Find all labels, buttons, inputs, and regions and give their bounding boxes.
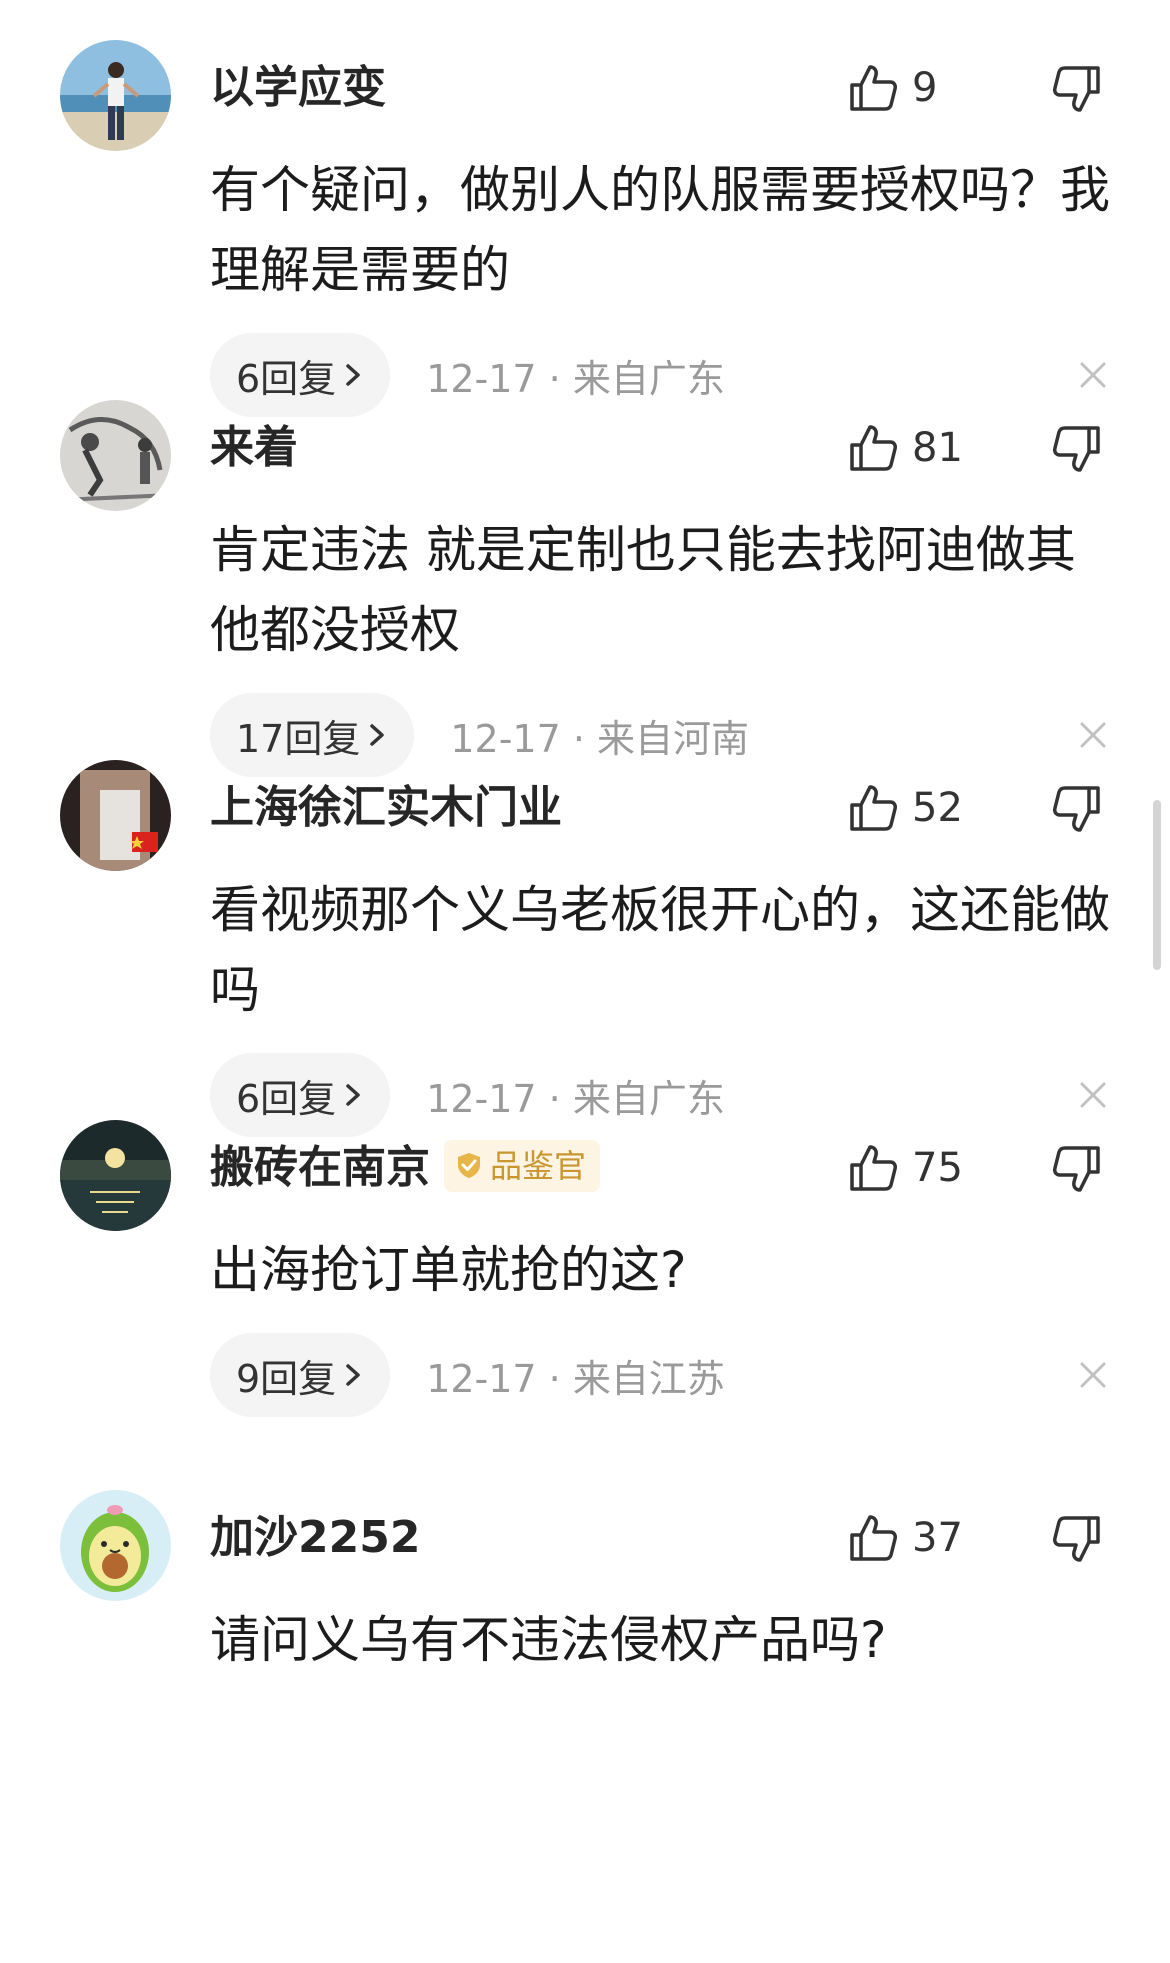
moon-lake-avatar-icon: [60, 1120, 171, 1231]
chevron-right-icon: [346, 1084, 360, 1106]
replies-label: 6回复: [236, 356, 337, 401]
close-icon[interactable]: [1076, 1358, 1110, 1392]
comment-text: 肯定违法 就是定制也只能去找阿迪做其他都没授权: [210, 521, 1076, 659]
thumbs-down-icon: [1053, 1146, 1100, 1192]
username[interactable]: 以学应变: [210, 58, 386, 118]
thumbs-down-icon: [1053, 786, 1100, 832]
replies-button[interactable]: 6回复: [210, 333, 391, 417]
dislike-button[interactable]: [1050, 422, 1104, 476]
shield-check-icon: [458, 1153, 480, 1178]
avatar[interactable]: [60, 760, 171, 871]
close-icon[interactable]: [1076, 718, 1110, 752]
avatar[interactable]: [60, 40, 171, 151]
comment-text: 请问义乌有不违法侵权产品吗?: [210, 1611, 887, 1669]
comment-text: 有个疑问，做别人的队服需要授权吗？我理解是需要的: [210, 161, 1110, 299]
comment-text: 看视频那个义乌老板很开心的，这还能做吗: [210, 881, 1110, 1019]
thumbs-up-icon: [850, 65, 897, 111]
comment-meta: 6回复 12-17 · 来自广东: [210, 332, 1110, 418]
dislike-button[interactable]: [1050, 1512, 1104, 1566]
sketch-avatar-icon: [60, 400, 171, 511]
replies-button[interactable]: 6回复: [210, 1053, 391, 1137]
dislike-button[interactable]: [1050, 782, 1104, 836]
like-count: 37: [912, 1515, 963, 1561]
comment-meta: 17回复 12-17 · 来自河南: [210, 692, 1110, 778]
thumbs-up-icon: [850, 1515, 897, 1561]
dislike-button[interactable]: [1050, 1142, 1104, 1196]
like-count: 9: [912, 65, 938, 111]
like-button[interactable]: 52: [846, 778, 963, 838]
close-icon[interactable]: [1076, 358, 1110, 392]
comment-meta: 9回复 12-17 · 来自江苏: [210, 1332, 1110, 1418]
chevron-right-icon: [370, 724, 385, 746]
avocado-avatar-icon: [60, 1490, 171, 1601]
thumbs-down-icon: [1053, 66, 1100, 112]
replies-button[interactable]: 17回复: [210, 693, 415, 777]
username-text: 加沙2252: [210, 1512, 421, 1563]
thumbs-down-icon: [1053, 1516, 1100, 1562]
username[interactable]: 搬砖在南京 品鉴官: [210, 1138, 601, 1198]
like-button[interactable]: 37: [846, 1508, 963, 1568]
chevron-right-icon: [346, 1364, 360, 1386]
like-button[interactable]: 81: [846, 418, 963, 478]
username-text: 以学应变: [210, 62, 386, 113]
like-button[interactable]: 75: [846, 1138, 963, 1198]
thumbs-down-icon: [1053, 426, 1100, 472]
thumbs-up-icon: [850, 1145, 897, 1191]
thumbs-up-icon: [850, 785, 897, 831]
replies-button[interactable]: 9回复: [210, 1333, 391, 1417]
username-text: 搬砖在南京: [210, 1142, 430, 1193]
replies-label: 9回复: [236, 1356, 337, 1401]
like-count: 75: [912, 1145, 963, 1191]
dislike-button[interactable]: [1050, 62, 1104, 116]
replies-label: 6回复: [236, 1076, 337, 1121]
scrollbar[interactable]: [1153, 800, 1161, 970]
avatar[interactable]: [60, 1490, 171, 1601]
beach-man-avatar-icon: [60, 40, 171, 151]
taster-badge: 品鉴官: [444, 1140, 601, 1192]
person-flag-avatar-icon: [60, 760, 171, 871]
comment-time-location: 12-17 · 来自河南: [450, 716, 750, 761]
comment-time-location: 12-17 · 来自江苏: [426, 1356, 725, 1401]
comment-time-location: 12-17 · 来自广东: [426, 1076, 725, 1121]
thumbs-up-icon: [850, 425, 897, 471]
avatar[interactable]: [60, 400, 171, 511]
chevron-right-icon: [346, 364, 360, 386]
comment-text: 出海抢订单就抢的这?: [210, 1241, 687, 1299]
comment-time-location: 12-17 · 来自广东: [426, 356, 725, 401]
comment-meta: 6回复 12-17 · 来自广东: [210, 1052, 1110, 1138]
like-button[interactable]: 9: [846, 58, 937, 118]
like-count: 81: [912, 425, 963, 471]
username[interactable]: 来着: [210, 418, 298, 478]
close-icon[interactable]: [1076, 1078, 1110, 1112]
avatar[interactable]: [60, 1120, 171, 1231]
username[interactable]: 加沙2252: [210, 1508, 420, 1568]
username[interactable]: 上海徐汇实木门业: [210, 778, 562, 838]
username-text: 上海徐汇实木门业: [210, 782, 562, 833]
replies-label: 17回复: [236, 716, 361, 761]
like-count: 52: [912, 785, 963, 831]
username-text: 来着: [210, 422, 298, 473]
badge-label: 品鉴官: [490, 1147, 587, 1185]
